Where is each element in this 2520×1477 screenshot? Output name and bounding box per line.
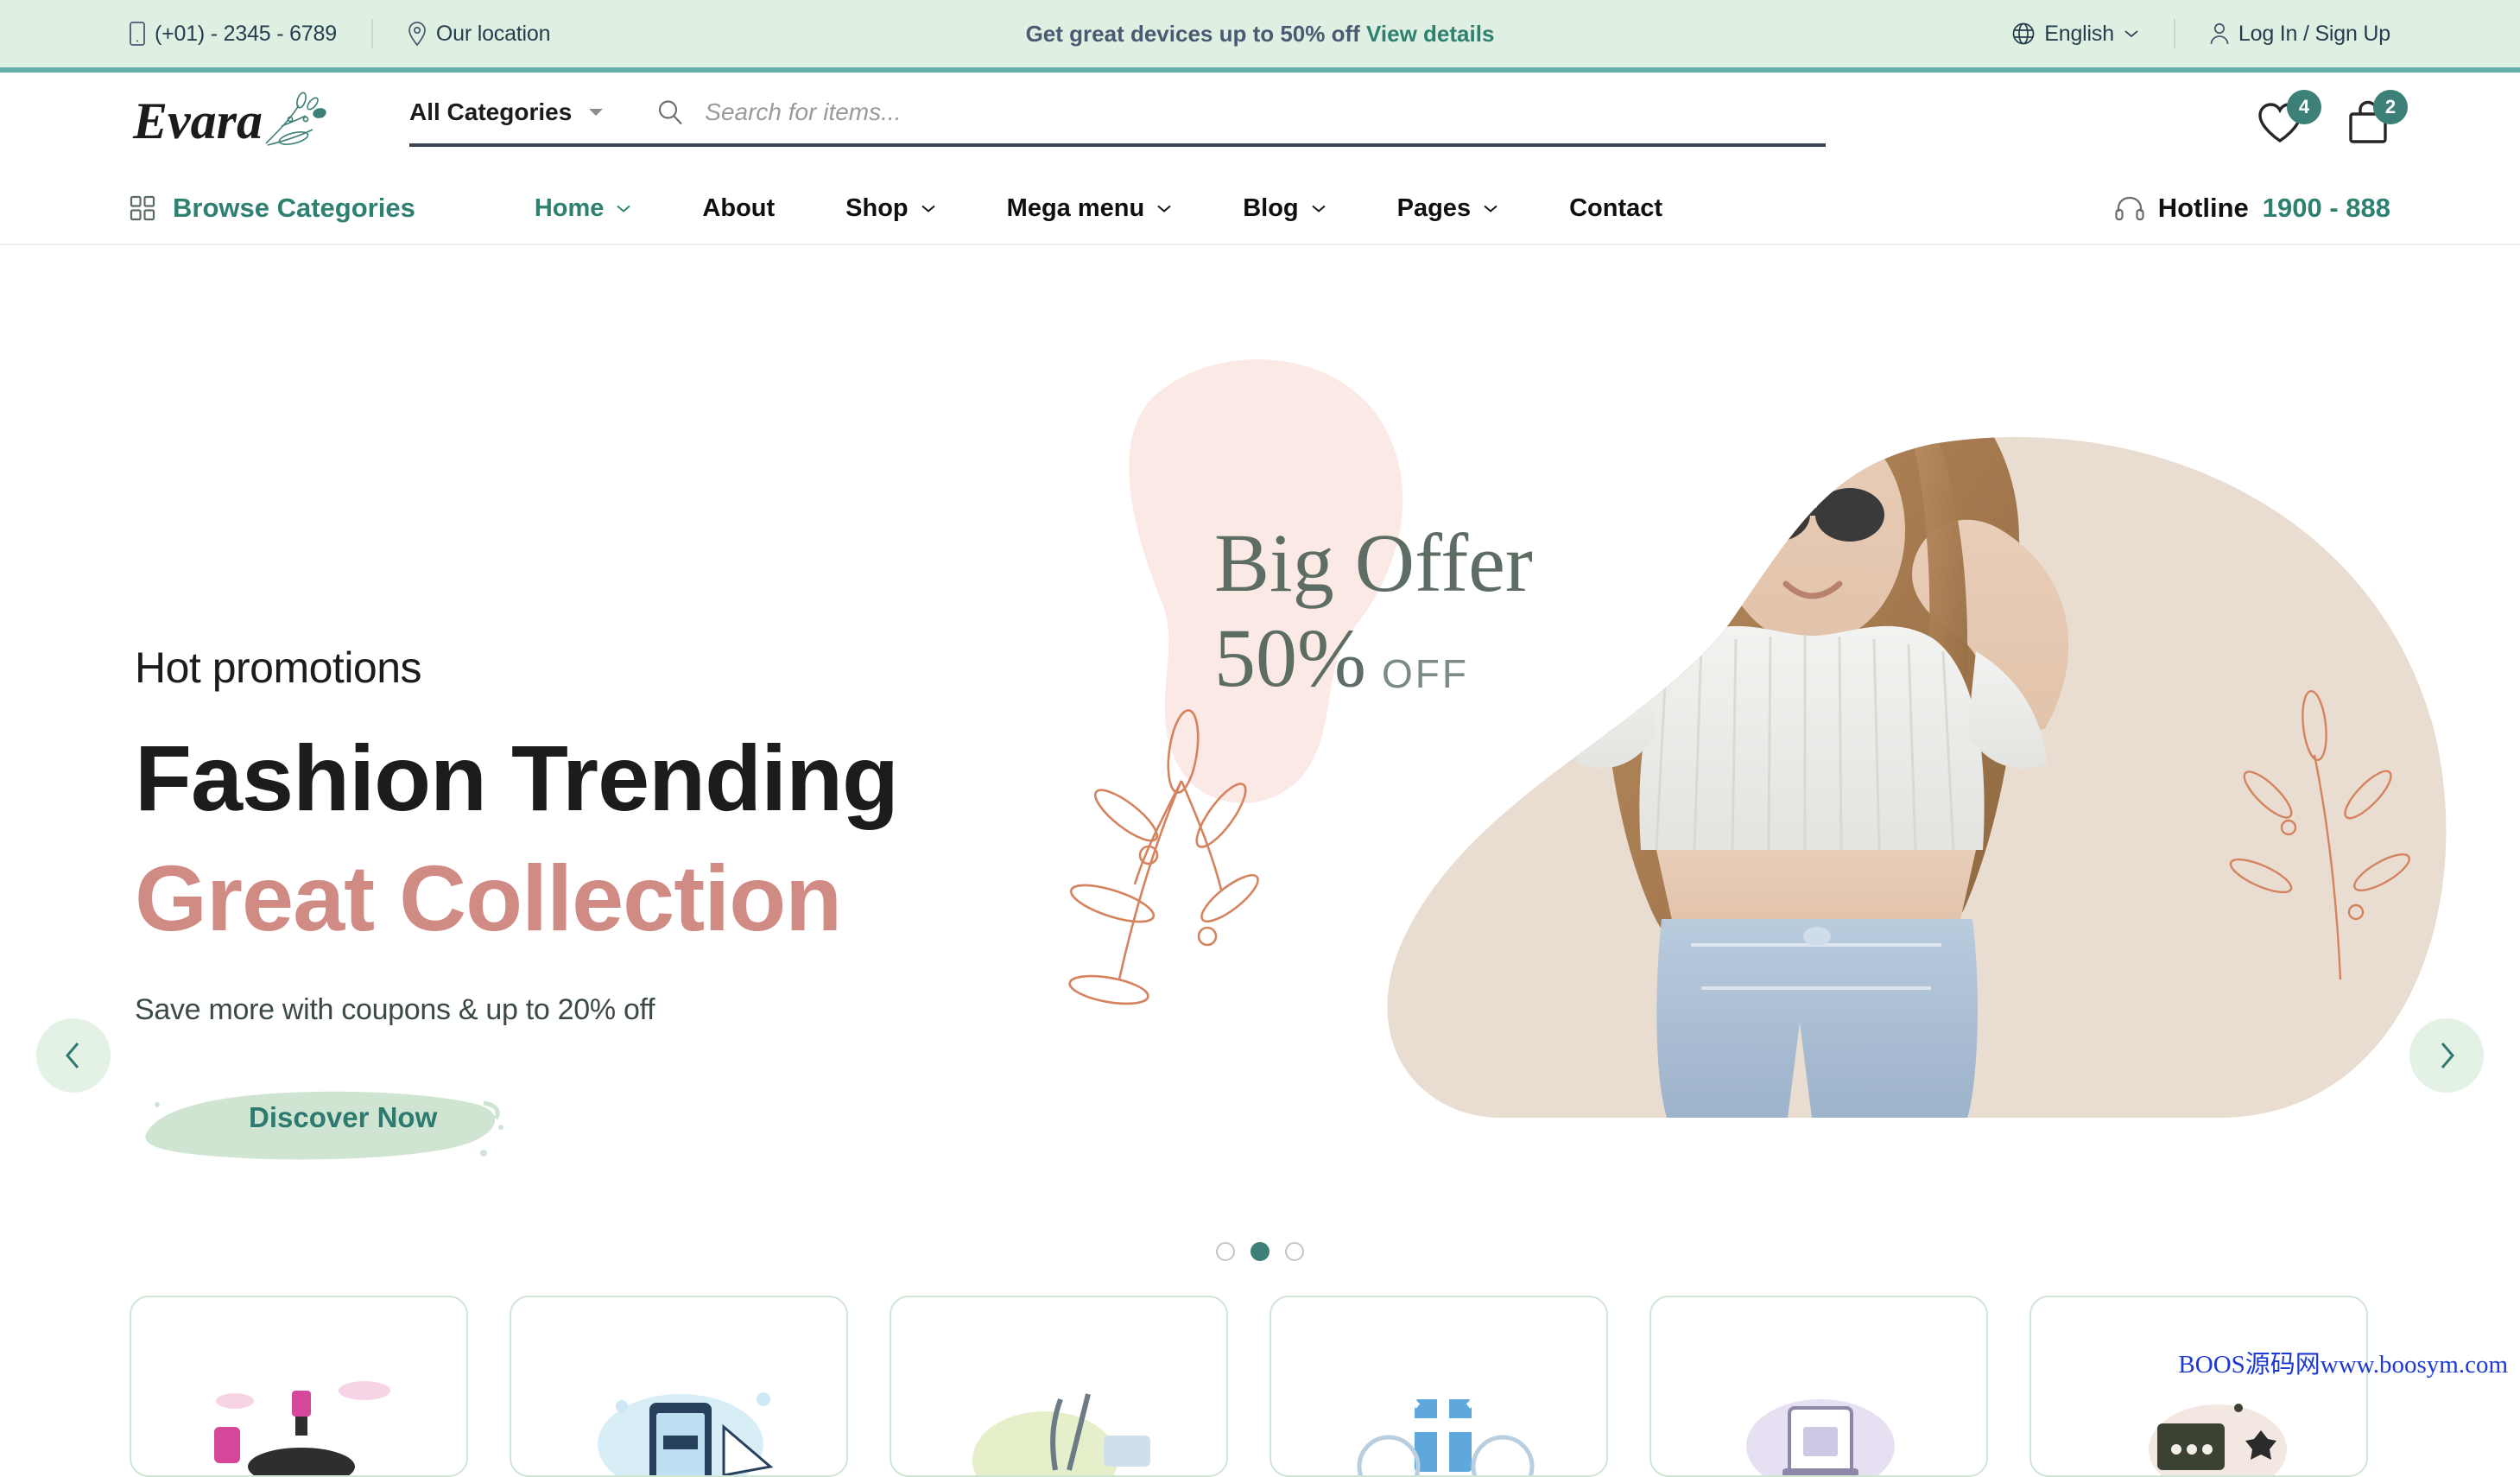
category-dropdown-label: All Categories <box>409 98 573 125</box>
site-watermark: BOOS源码网www.boosym.com <box>2178 1351 2508 1379</box>
browse-categories-label: Browse Categories <box>173 193 415 223</box>
topbar-left-group: (+01) - 2345 - 6789 Our location <box>130 19 551 48</box>
nav-item-about[interactable]: About <box>702 194 775 223</box>
category-card-4[interactable] <box>1269 1296 1608 1477</box>
carousel-dot-2[interactable] <box>1251 1242 1269 1261</box>
carousel-prev-button[interactable] <box>36 1018 111 1093</box>
site-header: Evara All Categories Search for items...… <box>0 73 2520 173</box>
chevron-right-icon <box>2435 1041 2458 1070</box>
promo-banner[interactable]: Get great devices up to 50% off View det… <box>1026 21 1495 48</box>
user-icon <box>2210 22 2229 45</box>
grid-icon <box>130 195 155 221</box>
carousel-next-button[interactable] <box>2409 1018 2484 1093</box>
category-card-3[interactable] <box>890 1296 1228 1477</box>
category-card-1[interactable] <box>130 1296 468 1477</box>
nav-label: Pages <box>1396 193 1472 222</box>
devices-illustration <box>598 1392 774 1475</box>
carousel-dots <box>1216 1242 1304 1261</box>
language-label: English <box>2044 21 2114 46</box>
nav-label: Shop <box>845 193 909 222</box>
mobile-icon <box>130 22 145 46</box>
nav-label: Home <box>534 193 605 222</box>
phone-contact[interactable]: (+01) - 2345 - 6789 <box>130 22 337 47</box>
chevron-down-icon <box>2124 29 2139 39</box>
nav-item-contact[interactable]: Contact <box>1569 194 1662 223</box>
nav-item-pages[interactable]: Pages <box>1397 194 1498 223</box>
electronics-illustration <box>2149 1404 2287 1475</box>
discover-now-button[interactable]: Discover Now <box>249 1101 437 1134</box>
account-link[interactable]: Log In / Sign Up <box>2210 22 2390 47</box>
search-icon[interactable] <box>656 98 684 126</box>
hero-carousel: Big Offer 50% OFF Hot promotions Fashion… <box>0 245 2520 1170</box>
chevron-down-icon <box>1156 204 1172 213</box>
chevron-down-icon <box>1311 204 1326 213</box>
category-card-5[interactable] <box>1649 1296 1988 1477</box>
search-input[interactable] <box>705 98 1826 126</box>
category-card-6[interactable] <box>2029 1296 2368 1477</box>
gifts-illustration <box>1357 1386 1535 1475</box>
location-label: Our location <box>435 21 551 46</box>
nav-menu: Home About Shop Mega menu Blog Pages Con… <box>535 194 1733 223</box>
topbar-right-group: English Log In / Sign Up <box>2012 19 2390 48</box>
hero-title-line1: Fashion Trending <box>135 726 899 830</box>
hero-badge-percent: 50% <box>1214 612 1366 704</box>
wishlist-button[interactable]: 4 <box>2256 90 2321 145</box>
nav-item-shop[interactable]: Shop <box>845 194 936 223</box>
main-navigation: Browse Categories Home About Shop Mega m… <box>0 173 2520 245</box>
chevron-down-icon <box>587 107 605 117</box>
phone-number: (+01) - 2345 - 6789 <box>155 21 337 46</box>
makeup-illustration <box>214 1381 390 1475</box>
hero-badge-off: OFF <box>1382 651 1469 696</box>
search-field-group <box>656 98 1826 126</box>
promo-view-details-link[interactable]: View details <box>1366 21 1494 47</box>
chevron-down-icon <box>616 204 631 213</box>
topbar-divider-1 <box>370 19 373 48</box>
hero-cta[interactable]: Discover Now <box>135 1079 515 1162</box>
nav-label: About <box>702 193 776 222</box>
nav-item-home[interactable]: Home <box>535 194 632 223</box>
hero-badge-big-offer: Big Offer <box>1214 517 1533 609</box>
hotline-label: Hotline <box>2157 193 2249 223</box>
chevron-down-icon <box>1483 204 1498 213</box>
category-cards-row <box>130 1296 2368 1477</box>
svg-text:Evara: Evara <box>132 92 263 149</box>
headset-icon <box>2115 195 2144 221</box>
nav-item-mega-menu[interactable]: Mega menu <box>1007 194 1173 223</box>
search-bar: All Categories <box>409 98 1826 147</box>
hero-slide-image: Big Offer 50% OFF <box>1052 245 2451 1118</box>
nav-label: Blog <box>1243 193 1299 222</box>
site-logo[interactable]: Evara <box>130 85 335 161</box>
wishlist-count-badge: 4 <box>2287 90 2321 124</box>
nav-label: Mega menu <box>1006 193 1145 222</box>
hero-subtitle: Save more with coupons & up to 20% off <box>135 993 655 1026</box>
cart-count-badge: 2 <box>2373 90 2408 124</box>
promo-text: Get great devices up to 50% off <box>1025 20 1360 47</box>
nav-item-blog[interactable]: Blog <box>1243 194 1326 223</box>
cart-button[interactable]: 2 <box>2346 90 2408 145</box>
hero-title-line2: Great Collection <box>135 846 842 950</box>
hero-text-block: Hot promotions Fashion Trending Great Co… <box>135 643 899 1162</box>
carousel-dot-3[interactable] <box>1285 1242 1304 1261</box>
furniture-illustration <box>1746 1399 1895 1475</box>
header-action-icons: 4 2 <box>2256 90 2408 145</box>
our-location[interactable]: Our location <box>408 21 551 47</box>
language-selector[interactable]: English <box>2012 22 2139 47</box>
chevron-left-icon <box>62 1041 85 1070</box>
top-bar: (+01) - 2345 - 6789 Our location Get gre… <box>0 0 2520 73</box>
category-dropdown[interactable]: All Categories <box>409 98 605 126</box>
globe-icon <box>2012 22 2035 45</box>
hero-eyebrow: Hot promotions <box>135 643 422 692</box>
topbar-divider-2 <box>2173 19 2175 48</box>
hotline-number: 1900 - 888 <box>2262 193 2390 223</box>
chevron-down-icon <box>921 204 936 213</box>
carousel-dot-1[interactable] <box>1216 1242 1235 1261</box>
map-pin-icon <box>408 22 427 46</box>
browse-categories-button[interactable]: Browse Categories <box>130 193 415 224</box>
category-card-2[interactable] <box>510 1296 848 1477</box>
account-label: Log In / Sign Up <box>2238 21 2390 46</box>
nav-label: Contact <box>1569 193 1663 222</box>
hotline-block[interactable]: Hotline 1900 - 888 <box>2115 193 2390 224</box>
sports-illustration <box>972 1393 1150 1475</box>
